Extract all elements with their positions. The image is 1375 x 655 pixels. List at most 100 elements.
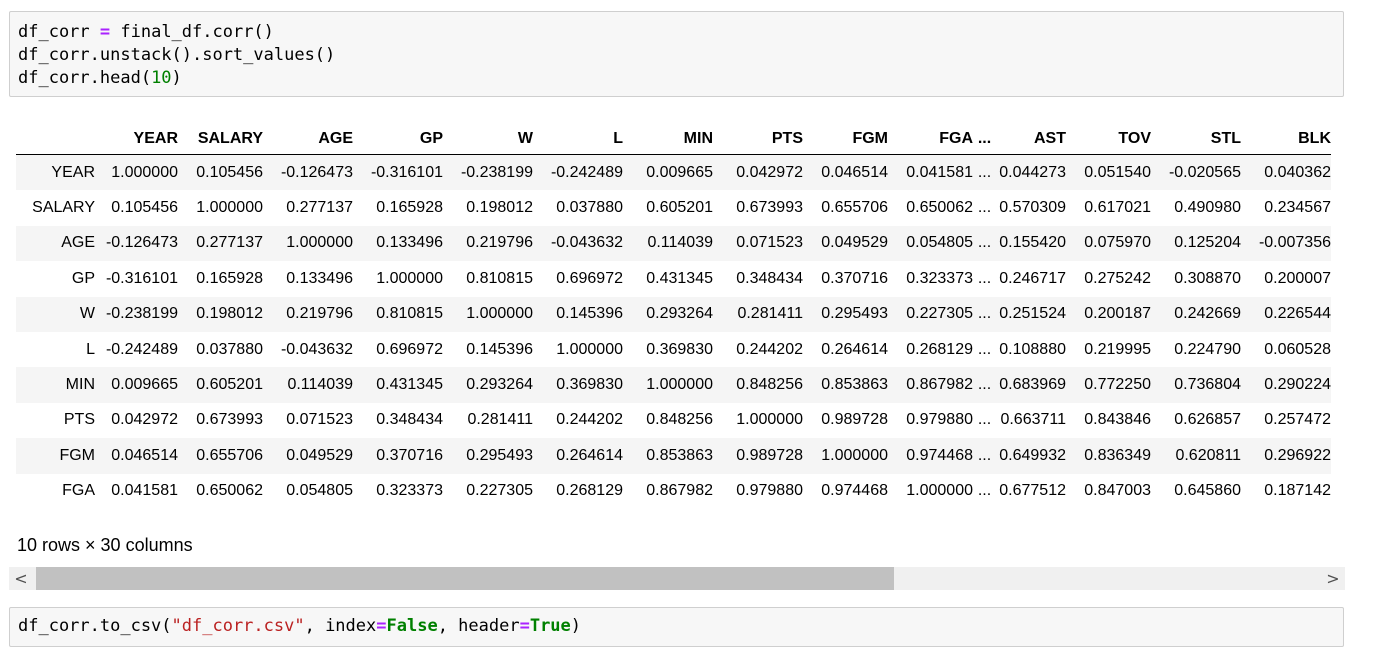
table-cell: 0.650062	[196, 482, 263, 500]
table-cell: 0.049529	[286, 446, 353, 464]
table-cell: 0.114039	[647, 234, 713, 252]
table-cell: 0.234567	[1264, 199, 1331, 217]
table-cell: ...	[977, 482, 992, 500]
scrollbar-thumb[interactable]	[36, 567, 894, 590]
table-cell: 0.046514	[821, 163, 888, 181]
table-cell: 0.490980	[1174, 199, 1241, 217]
code-token: =	[519, 616, 530, 636]
table-cell: 0.323373	[906, 269, 973, 287]
table-cell: 0.281411	[737, 305, 803, 323]
table-cell: 0.655706	[196, 446, 263, 464]
table-cell: 0.323373	[376, 482, 443, 500]
table-cell: 0.244202	[736, 340, 803, 358]
table-cell: 0.843846	[1084, 411, 1151, 429]
table-cell: 0.848256	[646, 411, 713, 429]
dataframe-shape-label: 10 rows × 30 columns	[17, 535, 193, 555]
table-cell: 0.060528	[1264, 340, 1331, 358]
code-token: True	[529, 616, 571, 636]
column-header: W	[443, 125, 533, 155]
table-cell: -0.238199	[460, 163, 533, 181]
column-header: MIN	[623, 125, 713, 155]
table-cell: -0.242489	[550, 163, 623, 181]
table-cell: 0.281411	[467, 411, 533, 429]
code-token: df_corr.unstack().sort_values()	[18, 45, 336, 65]
table-cell: 0.663711	[1000, 411, 1066, 429]
table-cell: -0.238199	[105, 305, 178, 323]
table-cell: 0.049529	[821, 234, 888, 252]
table-cell: 0.227305	[466, 482, 533, 500]
code-token: "df_corr.csv"	[171, 616, 305, 636]
horizontal-scrollbar[interactable]: < >	[9, 567, 1345, 590]
table-cell: 0.054805	[906, 234, 973, 252]
table-cell: 0.200187	[1084, 305, 1151, 323]
table-cell: 0.673993	[196, 411, 263, 429]
table-cell: 1.000000	[111, 163, 178, 181]
table-cell: 0.696972	[376, 340, 443, 358]
table-cell: 0.264614	[556, 446, 623, 464]
column-header: YEAR	[95, 125, 178, 155]
table-cell: 0.295493	[466, 446, 533, 464]
scroll-left-arrow-icon[interactable]: <	[9, 567, 33, 590]
table-cell: 0.293264	[646, 305, 713, 323]
table-cell: 0.370716	[376, 446, 443, 464]
table-cell: 1.000000	[196, 199, 263, 217]
table-cell: 0.268129	[906, 340, 973, 358]
column-header: ...	[973, 125, 996, 155]
table-cell: 0.650062	[906, 199, 973, 217]
column-header: L	[533, 125, 623, 155]
correlation-table: YEAR SALARY AGE GP W L MIN PTS FGM FGA... AST TOV ST…	[16, 125, 1331, 509]
table-cell: 0.009665	[111, 376, 178, 394]
table-cell: 0.242669	[1174, 305, 1241, 323]
table-cell: 0.227305	[906, 305, 973, 323]
table-cell: 0.198012	[466, 199, 533, 217]
table-cell: 0.626857	[1174, 411, 1241, 429]
column-header: AST	[996, 125, 1066, 155]
table-cell: 0.145396	[556, 305, 623, 323]
row-index: L	[86, 340, 95, 358]
code-cell-to-csv[interactable]: df_corr.to_csv("df_corr.csv", index=Fals…	[9, 607, 1344, 647]
table-cell: 0.867982	[646, 482, 713, 500]
code-line: df_corr.unstack().sort_values()	[18, 44, 1335, 67]
table-cell: ...	[977, 163, 992, 181]
code-line: df_corr.head(10)	[18, 67, 1335, 90]
table-cell: ...	[977, 340, 992, 358]
table-cell: ...	[977, 269, 992, 287]
table-cell: 0.620811	[1175, 446, 1241, 464]
column-header: TOV	[1066, 125, 1151, 155]
scroll-right-arrow-icon[interactable]: >	[1321, 567, 1345, 590]
code-token: , header	[437, 616, 520, 636]
table-cell: 0.810815	[466, 269, 533, 287]
table-cell: 0.268129	[556, 482, 623, 500]
code-cell-corr[interactable]: df_corr = final_df.corr() df_corr.unstack…	[9, 11, 1344, 97]
table-cell: -0.043632	[280, 340, 353, 358]
table-cell: -0.043632	[550, 234, 623, 252]
table-cell: 0.979880	[906, 411, 973, 429]
table-cell: ...	[977, 234, 992, 252]
table-cell: 0.246717	[999, 269, 1066, 287]
row-index: MIN	[65, 376, 95, 394]
table-cell: 0.037880	[196, 340, 263, 358]
table-cell: 0.369830	[646, 340, 713, 358]
table-cell: 0.009665	[646, 163, 713, 181]
table-cell: 0.198012	[196, 305, 263, 323]
table-cell: 0.617021	[1084, 199, 1151, 217]
table-cell: 0.649932	[999, 446, 1066, 464]
table-cell: 0.772250	[1084, 376, 1151, 394]
row-index: YEAR	[51, 163, 95, 181]
row-index: PTS	[63, 411, 95, 429]
table-cell: 0.570309	[999, 199, 1066, 217]
table-row: MIN 0.009665 0.605201 0.114039 0.431345 0.293…	[16, 367, 1331, 403]
column-header: FGM	[803, 125, 888, 155]
table-cell: -0.316101	[105, 269, 178, 287]
table-cell: 0.041581	[906, 163, 973, 181]
table-cell: 0.293264	[466, 376, 533, 394]
table-cell: 0.277137	[286, 199, 353, 217]
table-cell: 0.264614	[821, 340, 888, 358]
table-cell: 0.677512	[999, 482, 1066, 500]
table-cell: 1.000000	[736, 411, 803, 429]
table-cell: 0.431345	[646, 269, 713, 287]
table-cell: 1.000000	[286, 234, 353, 252]
table-cell: 0.226544	[1264, 305, 1331, 323]
table-cell: -0.126473	[280, 163, 353, 181]
code-token: 10	[151, 68, 172, 88]
